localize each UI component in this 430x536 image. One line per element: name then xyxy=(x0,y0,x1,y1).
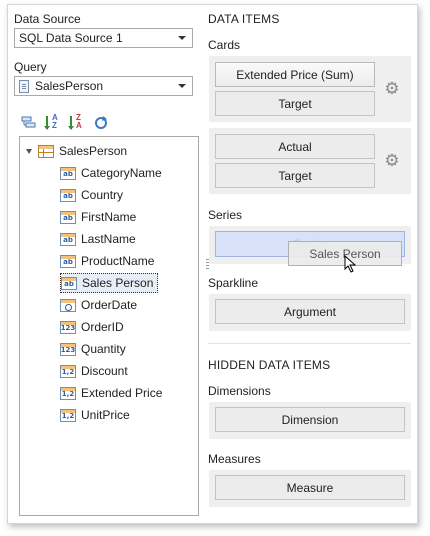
sort-descending-icon[interactable]: ZA xyxy=(67,113,87,133)
string-field-icon: ab xyxy=(60,232,76,246)
string-field-icon: ab xyxy=(60,166,76,180)
data-source-label: Data Source xyxy=(14,12,81,26)
integer-field-icon: 123 xyxy=(60,342,76,356)
refresh-icon[interactable] xyxy=(91,113,111,133)
tree-field-label: LastName xyxy=(81,232,136,246)
card-actual-item[interactable]: Actual xyxy=(215,134,375,159)
sort-desc-text: ZA xyxy=(76,113,82,130)
measures-label: Measures xyxy=(208,452,261,466)
tree-field[interactable]: 123 OrderID xyxy=(60,317,126,337)
tree-field[interactable]: 1,2 Extended Price xyxy=(60,383,164,403)
tree-field-label: Discount xyxy=(81,364,128,378)
hidden-data-items-header: HIDDEN DATA ITEMS xyxy=(208,358,331,372)
tree-field[interactable]: ab CategoryName xyxy=(60,163,164,183)
tree-field-label: Sales Person xyxy=(82,276,154,290)
card-target-item[interactable]: Target xyxy=(215,91,375,116)
integer-field-icon: 123 xyxy=(60,320,76,334)
query-label: Query xyxy=(14,60,47,74)
tree-field[interactable]: OrderDate xyxy=(60,295,139,315)
tree-field-label: FirstName xyxy=(81,210,137,224)
sort-ascending-icon[interactable]: AZ xyxy=(43,113,63,133)
tree-field-label: Extended Price xyxy=(81,386,163,400)
cards-label: Cards xyxy=(208,38,241,52)
series-label: Series xyxy=(208,208,243,222)
decimal-field-icon: 1,2 xyxy=(60,408,76,422)
dimensions-label: Dimensions xyxy=(208,384,271,398)
string-field-icon: ab xyxy=(61,276,77,290)
decimal-field-icon: 1,2 xyxy=(60,386,76,400)
data-source-combo[interactable]: SQL Data Source 1 xyxy=(14,28,193,48)
chevron-down-icon[interactable] xyxy=(178,36,186,40)
query-icon xyxy=(19,79,29,93)
tree-root-node[interactable]: SalesPerson xyxy=(24,141,127,161)
sparkline-argument-item[interactable]: Argument xyxy=(215,299,405,324)
cursor-icon xyxy=(344,255,357,273)
tree-field[interactable]: ab FirstName xyxy=(60,207,138,227)
data-source-value: SQL Data Source 1 xyxy=(19,31,123,45)
tree-field-label: Country xyxy=(81,188,124,202)
expand-icon[interactable] xyxy=(26,148,32,154)
tree-root-label: SalesPerson xyxy=(59,144,128,158)
tree-field[interactable]: 123 Quantity xyxy=(60,339,128,359)
field-list-toolbar: AZ ZA xyxy=(19,113,111,133)
tree-field-label: CategoryName xyxy=(81,166,162,180)
date-field-icon xyxy=(60,298,76,312)
sort-asc-text: AZ xyxy=(52,113,58,130)
dashboard-designer-panel: Data Source SQL Data Source 1 Query Sale… xyxy=(7,4,418,524)
group-fields-icon[interactable] xyxy=(19,113,39,133)
tree-field[interactable]: ab LastName xyxy=(60,229,138,249)
decimal-field-icon: 1,2 xyxy=(60,364,76,378)
string-field-icon: ab xyxy=(60,254,76,268)
card-value-item[interactable]: Extended Price (Sum) xyxy=(215,62,375,87)
section-divider xyxy=(208,343,411,344)
data-items-header: DATA ITEMS xyxy=(208,12,280,26)
sparkline-label: Sparkline xyxy=(208,276,259,290)
query-combo[interactable]: SalesPerson xyxy=(14,76,193,96)
dimension-item[interactable]: Dimension xyxy=(215,407,405,432)
tree-field-label: OrderDate xyxy=(81,298,138,312)
tree-field-label: OrderID xyxy=(81,320,124,334)
string-field-icon: ab xyxy=(60,210,76,224)
field-list-tree[interactable]: SalesPerson ab CategoryName ab Country ab Fir… xyxy=(19,136,199,516)
gear-icon[interactable]: ⚙ xyxy=(384,80,400,97)
string-field-icon: ab xyxy=(60,188,76,202)
tree-field[interactable]: ab ProductName xyxy=(60,251,156,271)
tree-field[interactable]: 1,2 Discount xyxy=(60,361,130,381)
query-value: SalesPerson xyxy=(35,79,104,93)
tree-field-label: UnitPrice xyxy=(81,408,130,422)
chevron-down-icon[interactable] xyxy=(178,84,186,88)
table-icon xyxy=(38,144,54,158)
tree-field[interactable]: ab Country xyxy=(60,185,125,205)
tree-field-selected[interactable]: ab Sales Person xyxy=(60,273,159,293)
measure-item[interactable]: Measure xyxy=(215,475,405,500)
card-target-item-2[interactable]: Target xyxy=(215,163,375,188)
tree-field-label: Quantity xyxy=(81,342,126,356)
gear-icon[interactable]: ⚙ xyxy=(384,152,400,169)
tree-field[interactable]: 1,2 UnitPrice xyxy=(60,405,132,425)
tree-field-label: ProductName xyxy=(81,254,155,268)
